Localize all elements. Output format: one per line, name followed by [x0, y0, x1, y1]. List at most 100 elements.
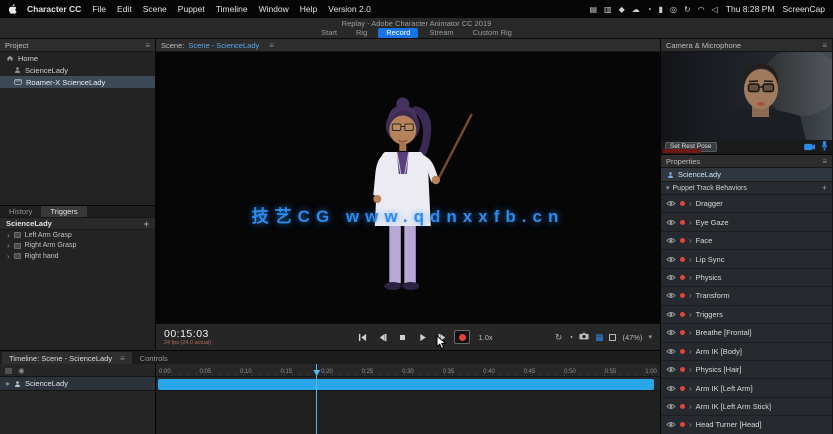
volume-icon[interactable]: ◁ — [712, 5, 718, 14]
loop-icon[interactable]: ↻ — [555, 332, 562, 343]
panel-menu-icon[interactable]: ≡ — [822, 157, 827, 166]
panel-menu-icon[interactable]: ≡ — [269, 41, 274, 50]
menubar-item[interactable]: Character CC — [27, 4, 81, 14]
chevron-right-icon[interactable]: › — [689, 420, 692, 429]
play-button[interactable] — [414, 330, 430, 344]
chevron-right-icon[interactable]: › — [7, 241, 10, 250]
eye-icon[interactable] — [666, 421, 676, 428]
timer-icon[interactable]: ◔ — [568, 332, 573, 342]
workspace-tab[interactable]: Rig — [348, 28, 375, 38]
stop-button[interactable] — [394, 330, 410, 344]
workspace-tab[interactable]: Start — [313, 28, 345, 38]
chevron-right-icon[interactable]: › — [689, 273, 692, 282]
behavior-row[interactable]: › Transform — [661, 287, 832, 306]
behavior-row[interactable]: › Head Turner [Head] — [661, 416, 832, 434]
camera-toggle-icon[interactable] — [804, 138, 815, 156]
behavior-row[interactable]: › Triggers — [661, 305, 832, 325]
panel-menu-icon[interactable]: ≡ — [145, 41, 150, 50]
apple-logo-icon[interactable] — [8, 3, 17, 15]
behavior-row[interactable]: › Arm IK [Body] — [661, 342, 832, 361]
eye-icon[interactable] — [666, 366, 676, 373]
chevron-right-icon[interactable]: › — [689, 199, 692, 208]
timeline-ruler[interactable]: 0:00 0:05 0:10 0:15 0:20 0:25 0:30 0:35 0:40 0:45… — [156, 364, 660, 377]
behavior-row[interactable]: › Breathe [Frontal] — [661, 324, 832, 343]
workspace-tab[interactable]: Stream — [421, 28, 461, 38]
menubar-item[interactable]: Timeline — [216, 4, 248, 14]
display-icon[interactable]: ▥ — [604, 5, 612, 14]
arm-for-record-icon[interactable] — [680, 404, 685, 410]
project-item-scene[interactable]: Roamer-X ScienceLady — [0, 76, 155, 88]
behavior-row[interactable]: › Physics — [661, 268, 832, 288]
arm-for-record-icon[interactable] — [680, 219, 685, 225]
arm-for-record-icon[interactable] — [680, 330, 685, 336]
take-bar-sciencelady[interactable] — [158, 378, 654, 390]
tab-triggers[interactable]: Triggers — [41, 206, 87, 217]
chevron-right-icon[interactable]: › — [689, 402, 692, 411]
timeline-options-icon[interactable]: ▤ — [5, 366, 12, 375]
chevron-right-icon[interactable]: › — [689, 365, 692, 374]
spotlight-icon[interactable]: ◎ — [670, 5, 677, 14]
eye-icon[interactable] — [666, 348, 676, 355]
go-to-start-button[interactable] — [354, 330, 370, 344]
chevron-down-icon[interactable]: ▾ — [666, 184, 670, 192]
chevron-right-icon[interactable]: › — [689, 384, 692, 393]
arm-for-record-icon[interactable] — [680, 367, 685, 373]
arm-for-record-icon[interactable] — [680, 293, 685, 299]
next-frame-button[interactable] — [434, 330, 450, 344]
arm-for-record-icon[interactable] — [680, 311, 685, 317]
eye-icon[interactable] — [666, 237, 676, 244]
chevron-right-icon[interactable]: › — [689, 255, 692, 264]
stats-icon[interactable]: ◔ — [647, 5, 652, 14]
cloud-icon[interactable]: ☁ — [632, 5, 640, 14]
wifi-icon[interactable]: ◠ — [698, 5, 705, 14]
arm-for-record-icon[interactable] — [680, 238, 685, 244]
track-lane[interactable] — [156, 377, 660, 391]
chevron-right-icon[interactable]: › — [689, 310, 692, 319]
audio-tracks-icon[interactable]: ◉ — [18, 366, 25, 375]
menubar-item[interactable]: Help — [300, 4, 317, 14]
keystrokes-icon[interactable]: ▤ — [589, 5, 597, 14]
chevron-right-icon[interactable]: › — [689, 347, 692, 356]
add-behavior-icon[interactable]: + — [822, 183, 827, 193]
behavior-row[interactable]: › Arm IK [Left Arm] — [661, 379, 832, 398]
timeline-lane-area[interactable]: 0:00 0:05 0:10 0:15 0:20 0:25 0:30 0:35 0:40 0:45… — [156, 364, 660, 434]
puppet-track-behaviors-header[interactable]: ▾ Puppet Track Behaviors + — [661, 182, 832, 195]
project-item-puppet[interactable]: ScienceLady — [0, 64, 155, 76]
properties-puppet-row[interactable]: ScienceLady — [661, 168, 832, 182]
eye-icon[interactable] — [666, 403, 676, 410]
behavior-row[interactable]: › Arm IK [Left Arm Stick] — [661, 397, 832, 417]
arm-for-record-icon[interactable] — [680, 422, 685, 428]
chevron-right-icon[interactable]: › — [7, 252, 10, 261]
zoom-caret-icon[interactable]: ▾ — [648, 333, 652, 341]
panel-menu-icon[interactable]: ≡ — [822, 41, 827, 50]
menubar-screencap[interactable]: ScreenCap — [782, 4, 825, 14]
zoom-level[interactable]: (47%) — [622, 333, 642, 342]
trigger-row[interactable]: › Right hand — [0, 251, 155, 262]
transparency-checkbox[interactable] — [609, 333, 617, 341]
arm-for-record-icon[interactable] — [680, 274, 685, 280]
live-output-icon[interactable]: ▦ — [595, 332, 603, 343]
eye-icon[interactable] — [666, 311, 676, 318]
chevron-right-icon[interactable]: › — [7, 231, 10, 240]
eye-icon[interactable] — [666, 292, 676, 299]
behavior-row[interactable]: › Eye Gaze — [661, 213, 832, 232]
chevron-right-icon[interactable]: › — [689, 291, 692, 300]
menubar-item[interactable]: Edit — [117, 4, 132, 14]
menubar-item[interactable]: File — [92, 4, 106, 14]
add-trigger-icon[interactable]: + — [144, 219, 149, 229]
record-button[interactable] — [454, 330, 471, 344]
eye-icon[interactable] — [666, 274, 676, 281]
chevron-right-icon[interactable]: › — [689, 236, 692, 245]
arm-for-record-icon[interactable] — [680, 348, 685, 354]
eye-icon[interactable] — [666, 200, 676, 207]
workspace-tab[interactable]: Custom Rig — [465, 28, 520, 38]
sync-icon[interactable]: ↻ — [684, 5, 691, 14]
arm-for-record-icon[interactable] — [680, 385, 685, 391]
chevron-right-icon[interactable]: › — [689, 328, 692, 337]
eye-icon[interactable] — [666, 219, 676, 226]
eye-icon[interactable] — [666, 385, 676, 392]
playback-speed[interactable]: 1.0x — [478, 333, 492, 342]
arm-for-record-icon[interactable] — [680, 256, 685, 262]
scene-viewport[interactable]: 技艺CG www.qdnxxfb.cn — [156, 52, 660, 323]
menubar-item[interactable]: Window — [259, 4, 289, 14]
